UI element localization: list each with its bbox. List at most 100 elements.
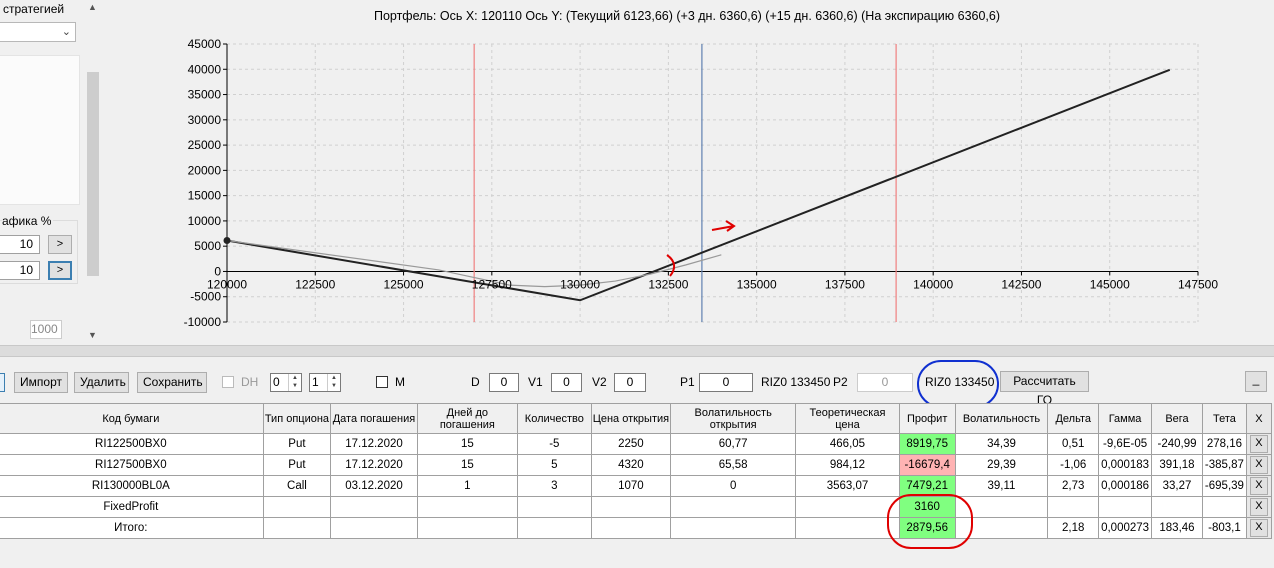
- strategy-list[interactable]: [0, 55, 80, 205]
- table-header: Код бумаги Тип опциона Дата погашения Дней …: [0, 403, 1273, 434]
- y-tick-label: 30000: [188, 113, 222, 127]
- y-tick-label: 10000: [188, 214, 222, 228]
- table-cell: 15: [416, 433, 518, 455]
- y-tick-label: 20000: [188, 163, 222, 177]
- table-cell[interactable]: X: [1245, 517, 1273, 539]
- chevron-down-icon: ⌄: [61, 26, 71, 38]
- remove-row-button[interactable]: X: [1249, 519, 1268, 537]
- table-cell: 278,16: [1201, 433, 1247, 455]
- save-button[interactable]: Сохранить: [137, 372, 207, 393]
- table-cell: 3: [516, 475, 592, 497]
- column-header[interactable]: Дней до погашения: [416, 403, 518, 434]
- table-cell: -240,99: [1151, 433, 1203, 455]
- table-cell: -1,06: [1047, 454, 1100, 476]
- column-header[interactable]: Код бумаги: [0, 403, 264, 434]
- table-cell[interactable]: X: [1245, 496, 1273, 518]
- column-header[interactable]: Вега: [1151, 403, 1203, 434]
- x-tick-label: 142500: [1001, 277, 1041, 291]
- series-line: [226, 68, 1171, 302]
- chart-settings-label: афика %: [2, 214, 54, 228]
- column-header[interactable]: Волатильность открытия: [670, 403, 797, 434]
- table-cell: [1151, 496, 1203, 518]
- p1-label: P1: [680, 375, 695, 389]
- remove-row-button[interactable]: X: [1249, 498, 1268, 516]
- column-header[interactable]: Дельта: [1047, 403, 1100, 434]
- table-cell: [1098, 496, 1153, 518]
- x-tick-label: 120000: [207, 277, 247, 291]
- p2-label: P2: [833, 375, 848, 389]
- d-input[interactable]: 0: [489, 373, 519, 392]
- column-header[interactable]: Количество: [516, 403, 592, 434]
- table-row[interactable]: RI127500BX0 Put 17.12.2020 15 5 4320 65,58 984,…: [0, 454, 1273, 476]
- table-row[interactable]: RI122500BX0 Put 17.12.2020 15 -5 2250 60,77 466…: [0, 433, 1273, 455]
- spinner-1[interactable]: 0 ▲ ▼: [270, 373, 302, 392]
- apply-button-1[interactable]: >: [48, 235, 72, 254]
- apply-button-2[interactable]: >: [48, 261, 72, 280]
- scroll-down-icon[interactable]: ▼: [88, 330, 97, 340]
- column-header[interactable]: Волатильность: [954, 403, 1049, 434]
- y-tick-label: 0: [214, 264, 221, 278]
- table-cell: -5: [516, 433, 592, 455]
- table-cell: 984,12: [795, 454, 900, 476]
- riz-value-box: RIZ0 133450: [925, 375, 995, 389]
- scrollbar-thumb[interactable]: [87, 72, 99, 276]
- table-cell: 39,11: [954, 475, 1049, 497]
- column-header[interactable]: Профит: [898, 403, 956, 434]
- import-button[interactable]: Импорт: [14, 372, 68, 393]
- table-cell: [262, 517, 332, 539]
- table-cell[interactable]: X: [1245, 475, 1273, 497]
- column-header[interactable]: Тип опциона: [262, 403, 332, 434]
- p2-input: 0: [857, 373, 913, 392]
- chart-plot[interactable]: 45000 40000 35000 30000 25000 20000 15000 10000…: [100, 0, 1274, 345]
- remove-row-button[interactable]: X: [1249, 456, 1268, 474]
- table-row[interactable]: FixedProfit 3160 X: [0, 496, 1273, 518]
- chart-percent-input-1[interactable]: 10: [0, 235, 40, 254]
- vertical-scrollbar[interactable]: ▲ ▼: [86, 0, 100, 345]
- spinner-2[interactable]: 1 ▲ ▼: [309, 373, 341, 392]
- strategy-panel: стратегией ⌄ афика % 10 > 10 > 1000 ▲ ▼: [0, 0, 100, 345]
- spin-arrows-icon[interactable]: ▲ ▼: [288, 374, 301, 391]
- table-cell: 2,73: [1047, 475, 1100, 497]
- column-header[interactable]: X: [1245, 403, 1273, 434]
- add-button[interactable]: [0, 373, 5, 392]
- remove-row-button[interactable]: X: [1249, 477, 1268, 495]
- minimize-button[interactable]: _: [1245, 371, 1267, 392]
- v1-input[interactable]: 0: [551, 373, 582, 392]
- chart-percent-input-2[interactable]: 10: [0, 261, 40, 280]
- table-cell[interactable]: X: [1245, 433, 1273, 455]
- table-cell: 0,000273: [1098, 517, 1153, 539]
- p1-input[interactable]: 0: [699, 373, 753, 392]
- table-cell: Put: [262, 433, 332, 455]
- spinner-1-value: 0: [273, 375, 280, 389]
- dh-label: DH: [241, 375, 259, 389]
- delete-button[interactable]: Удалить: [74, 372, 129, 393]
- column-header[interactable]: Теоретическая цена: [795, 403, 900, 434]
- x-tick-label: 132500: [648, 277, 688, 291]
- strategy-select[interactable]: ⌄: [0, 22, 76, 42]
- table-cell: [416, 517, 518, 539]
- table-cell[interactable]: X: [1245, 454, 1273, 476]
- calculate-go-button[interactable]: Рассчитать ГО: [1000, 371, 1089, 407]
- v2-label: V2: [592, 375, 607, 389]
- table-cell: 0,51: [1047, 433, 1100, 455]
- v1-label: V1: [528, 375, 543, 389]
- scroll-up-icon[interactable]: ▲: [88, 2, 97, 12]
- table-cell: -9,6E-05: [1098, 433, 1153, 455]
- remove-row-button[interactable]: X: [1249, 435, 1268, 453]
- spin-arrows-icon[interactable]: ▲ ▼: [327, 374, 340, 391]
- y-tick-label: 40000: [188, 62, 222, 76]
- table-cell: 3563,07: [795, 475, 900, 497]
- v2-input[interactable]: 0: [614, 373, 646, 392]
- table-cell: 29,39: [954, 454, 1049, 476]
- splitter[interactable]: [0, 345, 1274, 357]
- m-checkbox[interactable]: [376, 376, 388, 388]
- x-tick-label: 135000: [737, 277, 777, 291]
- column-header[interactable]: Тета: [1201, 403, 1247, 434]
- table-cell: Put: [262, 454, 332, 476]
- column-header[interactable]: Гамма: [1098, 403, 1153, 434]
- table-row[interactable]: RI130000BL0A Call 03.12.2020 1 3 1070 0 3563,07…: [0, 475, 1273, 497]
- table-row[interactable]: Итого: 2879,56 2,18 0,000273 183,46 -803,1 X: [0, 517, 1273, 539]
- dh-checkbox[interactable]: [222, 376, 234, 388]
- column-header[interactable]: Дата погашения: [330, 403, 418, 434]
- column-header[interactable]: Цена открытия: [590, 403, 672, 434]
